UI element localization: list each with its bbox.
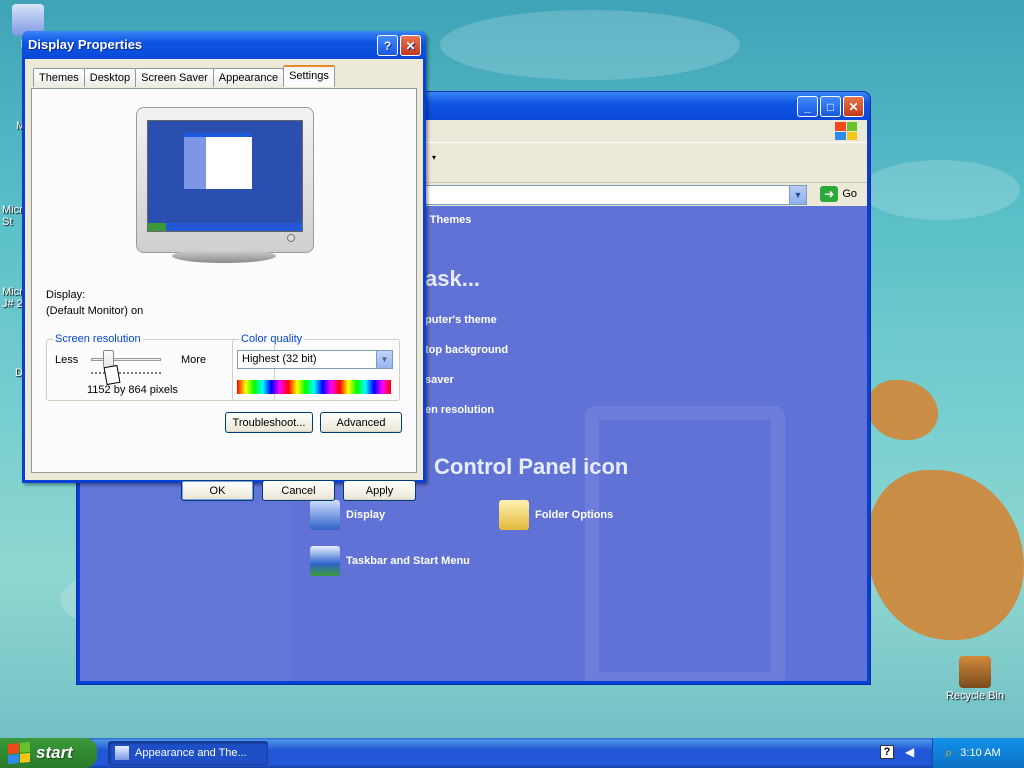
folder-options-item[interactable]: Folder Options: [499, 500, 613, 530]
help-icon[interactable]: ?: [880, 745, 894, 759]
resolution-slider-track[interactable]: [91, 358, 161, 361]
water-highlight: [860, 160, 1020, 220]
monitor-preview: [136, 107, 314, 253]
dialog-controls: ? ✕: [377, 35, 421, 56]
ok-button[interactable]: OK: [181, 480, 254, 501]
close-button[interactable]: ✕: [843, 96, 864, 117]
advanced-button[interactable]: Advanced: [320, 412, 402, 433]
recycle-bin-icon: [959, 656, 991, 688]
display-icon: [310, 500, 340, 530]
color-quality-group: Color quality Highest (32 bit) ▼: [232, 333, 400, 401]
monitor-screen: [147, 120, 303, 232]
chevron-down-icon[interactable]: ▾: [432, 153, 436, 162]
windows-logo-icon: [8, 741, 30, 765]
display-properties-dialog: Display Properties ? ✕ Themes Desktop Sc…: [22, 31, 426, 501]
window-controls: _ □ ✕: [797, 96, 864, 117]
display-label: Display:: [46, 289, 86, 301]
desktop-partial-label: Micr St: [2, 204, 23, 228]
color-quality-select[interactable]: Highest (32 bit) ▼: [237, 350, 393, 369]
apply-button[interactable]: Apply: [343, 480, 416, 501]
chevron-down-icon[interactable]: ▼: [789, 186, 806, 204]
tab-themes[interactable]: Themes: [33, 68, 85, 87]
starfish-decoration: [868, 380, 938, 440]
maximize-button[interactable]: □: [820, 96, 841, 117]
taskbar-start-menu-item[interactable]: Taskbar and Start Menu: [310, 546, 470, 576]
hand-cursor-icon: [103, 364, 121, 386]
taskbar-icon: [310, 546, 340, 576]
starfish-decoration: [868, 470, 1024, 640]
cancel-button[interactable]: Cancel: [262, 480, 335, 501]
resolution-value: 1152 by 864 pixels: [87, 384, 178, 396]
desktop-icon-label: Recycle Bin: [945, 690, 1005, 702]
close-button[interactable]: ✕: [400, 35, 421, 56]
desktop-icon-recycle-bin[interactable]: Recycle Bin: [943, 656, 1007, 702]
start-button[interactable]: start: [0, 738, 97, 768]
clock[interactable]: 3:10 AM: [960, 747, 1000, 759]
folder-icon: [499, 500, 529, 530]
water-highlight: [440, 10, 740, 80]
color-preview-bar: [237, 380, 391, 394]
dialog-client: Themes Desktop Screen Saver Appearance S…: [25, 59, 423, 501]
go-arrow-icon: ➜: [820, 186, 839, 202]
task-link[interactable]: en resolution: [425, 404, 494, 416]
task-link[interactable]: top background: [425, 344, 508, 356]
minimize-button[interactable]: _: [797, 96, 818, 117]
desktop-partial-label: Micr J# 2: [2, 286, 23, 310]
task-link[interactable]: saver: [425, 374, 454, 386]
control-panel-icon: [115, 746, 129, 760]
less-label: Less: [55, 354, 79, 366]
pick-task-title: ask...: [425, 266, 481, 291]
tab-screen-saver[interactable]: Screen Saver: [135, 68, 214, 87]
monitor-power-button: [287, 234, 295, 242]
taskbar-item-control-panel[interactable]: Appearance and The...: [108, 741, 268, 765]
settings-panel: Display: (Default Monitor) on Screen res…: [31, 88, 417, 473]
help-button[interactable]: ?: [377, 35, 398, 56]
tab-strip: Themes Desktop Screen Saver Appearance S…: [33, 65, 335, 87]
slider-ticks: [91, 372, 161, 376]
dialog-title: Display Properties: [28, 37, 143, 52]
windows-logo-icon: [835, 122, 857, 140]
system-tray: ⌕ 3:10 AM: [932, 738, 1024, 768]
tab-appearance[interactable]: Appearance: [212, 68, 285, 87]
pick-icon-title: Control Panel icon: [434, 454, 629, 479]
tab-settings[interactable]: Settings: [283, 65, 335, 87]
troubleshoot-button[interactable]: Troubleshoot...: [225, 412, 313, 433]
go-button[interactable]: ➜ Go: [820, 186, 857, 202]
category-heading: d Themes: [420, 214, 472, 226]
screen-resolution-title: Screen resolution: [53, 333, 143, 345]
color-quality-title: Color quality: [239, 333, 305, 345]
display-item[interactable]: Display: [310, 500, 385, 530]
more-label: More: [181, 354, 207, 366]
search-icon[interactable]: ⌕: [945, 745, 952, 761]
display-value: (Default Monitor) on: [46, 305, 144, 317]
watermark-graphic: [585, 406, 785, 681]
monitor-stand: [172, 249, 276, 263]
task-link[interactable]: puter's theme: [425, 314, 497, 326]
tab-desktop[interactable]: Desktop: [83, 68, 137, 87]
taskbar: start Appearance and The... ? ◀ ⌕ 3:10 A…: [0, 738, 1024, 768]
speaker-icon[interactable]: ◀: [905, 745, 914, 759]
chevron-down-icon[interactable]: ▼: [376, 351, 392, 368]
dialog-titlebar: Display Properties ? ✕: [22, 31, 426, 59]
